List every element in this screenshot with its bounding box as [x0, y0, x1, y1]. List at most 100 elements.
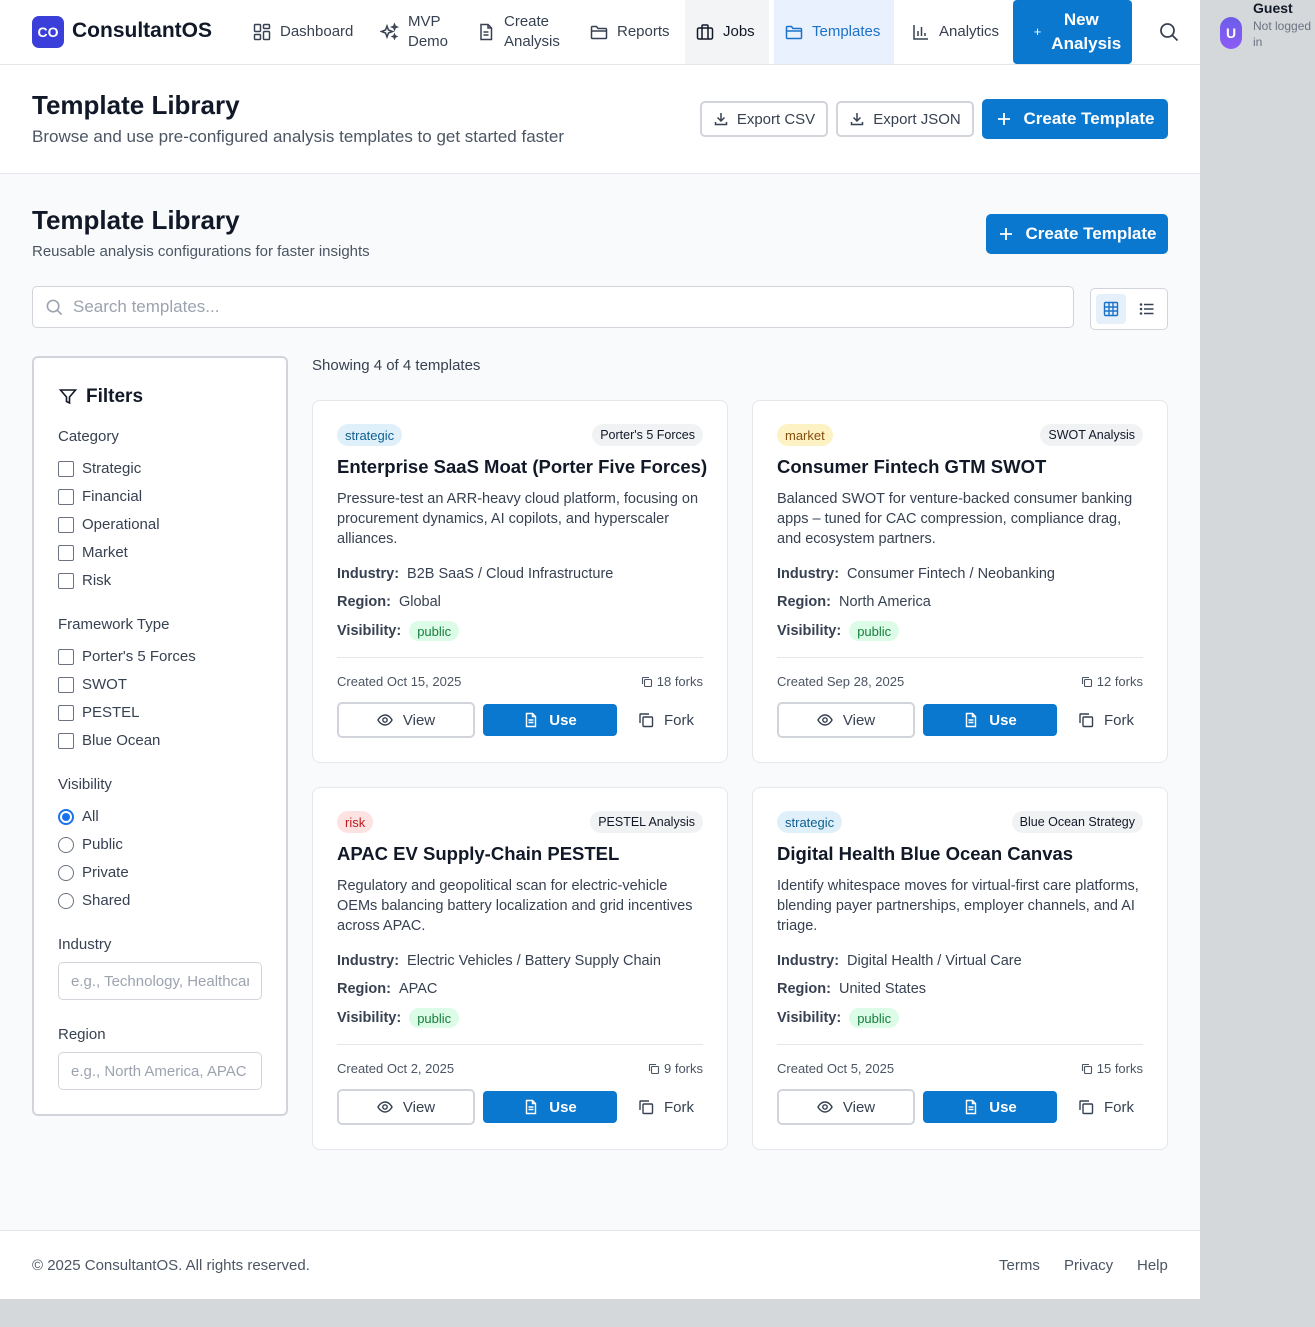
checkbox[interactable] — [58, 732, 74, 749]
region-row: Region: United States — [777, 981, 926, 997]
template-card[interactable]: strategic Blue Ocean Strategy Digital He… — [752, 787, 1168, 1150]
option-label: Market — [82, 544, 128, 561]
template-card[interactable]: risk PESTEL Analysis APAC EV Supply-Chai… — [312, 787, 728, 1150]
fork-button[interactable]: Fork — [1071, 1091, 1141, 1123]
framework-label: Framework Type — [58, 616, 170, 633]
template-title[interactable]: Digital Health Blue Ocean Canvas — [777, 843, 1073, 865]
framework-option[interactable]: Blue Ocean — [58, 732, 160, 749]
category-option[interactable]: Financial — [58, 488, 142, 505]
new-analysis-button[interactable]: + New Analysis — [1013, 0, 1132, 64]
visibility-badge: public — [849, 621, 900, 641]
framework-option[interactable]: PESTEL — [58, 704, 140, 721]
create-template-button[interactable]: Create Template — [982, 99, 1168, 139]
option-label: Public — [82, 836, 123, 853]
checkbox[interactable] — [58, 516, 74, 533]
divider — [337, 657, 703, 658]
use-button[interactable]: Use — [483, 704, 617, 736]
region-input[interactable] — [58, 1052, 262, 1090]
fork-button[interactable]: Fork — [631, 1091, 701, 1123]
footer-link-privacy[interactable]: Privacy — [1064, 1257, 1113, 1274]
document-icon — [966, 1099, 977, 1115]
category-option[interactable]: Strategic — [58, 460, 141, 477]
radio[interactable] — [58, 892, 74, 909]
checkbox[interactable] — [58, 488, 74, 505]
view-button[interactable]: View — [777, 702, 915, 738]
checkbox[interactable] — [58, 676, 74, 693]
logo[interactable]: CO — [32, 16, 64, 48]
fork-count: 15 forks — [1081, 1061, 1143, 1076]
industry-row: Industry: Consumer Fintech / Neobanking — [777, 566, 1055, 582]
category-option[interactable]: Operational — [58, 516, 160, 533]
visibility-option[interactable]: Public — [58, 836, 123, 853]
checkbox[interactable] — [58, 572, 74, 589]
list-view-button[interactable] — [1132, 294, 1162, 324]
checkbox[interactable] — [58, 648, 74, 665]
grid-view-button[interactable] — [1096, 294, 1126, 324]
visibility-option[interactable]: Shared — [58, 892, 130, 909]
visibility-row: Visibility: public — [337, 621, 460, 641]
radio[interactable] — [58, 836, 74, 853]
view-button[interactable]: View — [337, 702, 475, 738]
avatar[interactable]: U — [1220, 17, 1242, 49]
category-option[interactable]: Risk — [58, 572, 111, 589]
meta-key: Visibility: — [337, 623, 402, 639]
export-csv-label: Export CSV — [736, 110, 816, 128]
nav-reports[interactable]: Reports — [579, 0, 680, 64]
document-icon — [526, 712, 537, 728]
use-button[interactable]: Use — [923, 1091, 1057, 1123]
template-title[interactable]: Consumer Fintech GTM SWOT — [777, 456, 1046, 478]
nav-dashboard[interactable]: Dashboard — [242, 0, 363, 64]
industry-input[interactable] — [58, 962, 262, 1000]
footer-link-help[interactable]: Help — [1137, 1257, 1168, 1274]
copy-icon — [648, 1063, 660, 1074]
radio[interactable] — [58, 864, 74, 881]
view-button[interactable]: View — [777, 1089, 915, 1125]
template-card[interactable]: strategic Porter's 5 Forces Enterprise S… — [312, 400, 728, 763]
nav-jobs[interactable]: Jobs — [685, 0, 769, 64]
search-icon[interactable] — [1158, 21, 1180, 43]
grid-icon — [1103, 301, 1119, 317]
visibility-option[interactable]: All — [58, 808, 99, 825]
use-button[interactable]: Use — [483, 1091, 617, 1123]
fork-button[interactable]: Fork — [1071, 704, 1141, 736]
nav-templates[interactable]: Templates — [774, 0, 894, 64]
checkbox[interactable] — [58, 544, 74, 561]
meta-key: Industry: — [337, 566, 400, 582]
option-label: PESTEL — [82, 704, 140, 721]
visibility-label: Visibility — [58, 776, 112, 793]
checkbox[interactable] — [58, 704, 74, 721]
template-title[interactable]: Enterprise SaaS Moat (Porter Five Forces… — [337, 456, 707, 478]
category-option[interactable]: Market — [58, 544, 128, 561]
create-template-button-secondary[interactable]: Create Template — [986, 214, 1168, 254]
export-json-label: Export JSON — [873, 110, 961, 128]
brand-name[interactable]: ConsultantOS — [72, 19, 212, 43]
framework-option[interactable]: Porter's 5 Forces — [58, 648, 196, 665]
footer-link-terms[interactable]: Terms — [999, 1257, 1040, 1274]
nav-mvp-demo[interactable]: MVP Demo — [370, 0, 462, 64]
framework-option[interactable]: SWOT — [58, 676, 127, 693]
template-card[interactable]: market SWOT Analysis Consumer Fintech GT… — [752, 400, 1168, 763]
category-label: Category — [58, 428, 119, 445]
sparkles-icon — [380, 22, 400, 41]
nav-analytics[interactable]: Analytics — [901, 0, 1009, 64]
category-badge: strategic — [777, 811, 843, 833]
use-label: Use — [549, 1098, 577, 1116]
checkbox[interactable] — [58, 460, 74, 477]
visibility-row: Visibility: public — [777, 621, 900, 641]
view-button[interactable]: View — [337, 1089, 475, 1125]
option-label: All — [82, 808, 99, 825]
export-json-button[interactable]: Export JSON — [836, 101, 974, 137]
app: CO ConsultantOS Dashboard MVP Demo Creat… — [0, 0, 1200, 1299]
visibility-option[interactable]: Private — [58, 864, 129, 881]
template-title[interactable]: APAC EV Supply-Chain PESTEL — [337, 843, 619, 865]
option-label: Private — [82, 864, 129, 881]
use-button[interactable]: Use — [923, 704, 1057, 736]
nav-create-analysis[interactable]: Create Analysis — [466, 0, 576, 64]
library-title: Template Library — [32, 205, 240, 235]
radio[interactable] — [58, 808, 74, 825]
divider — [777, 657, 1143, 658]
export-csv-button[interactable]: Export CSV — [700, 101, 828, 137]
search-input[interactable] — [73, 295, 1053, 319]
fork-button[interactable]: Fork — [631, 704, 701, 736]
fork-label: Fork — [664, 711, 694, 729]
